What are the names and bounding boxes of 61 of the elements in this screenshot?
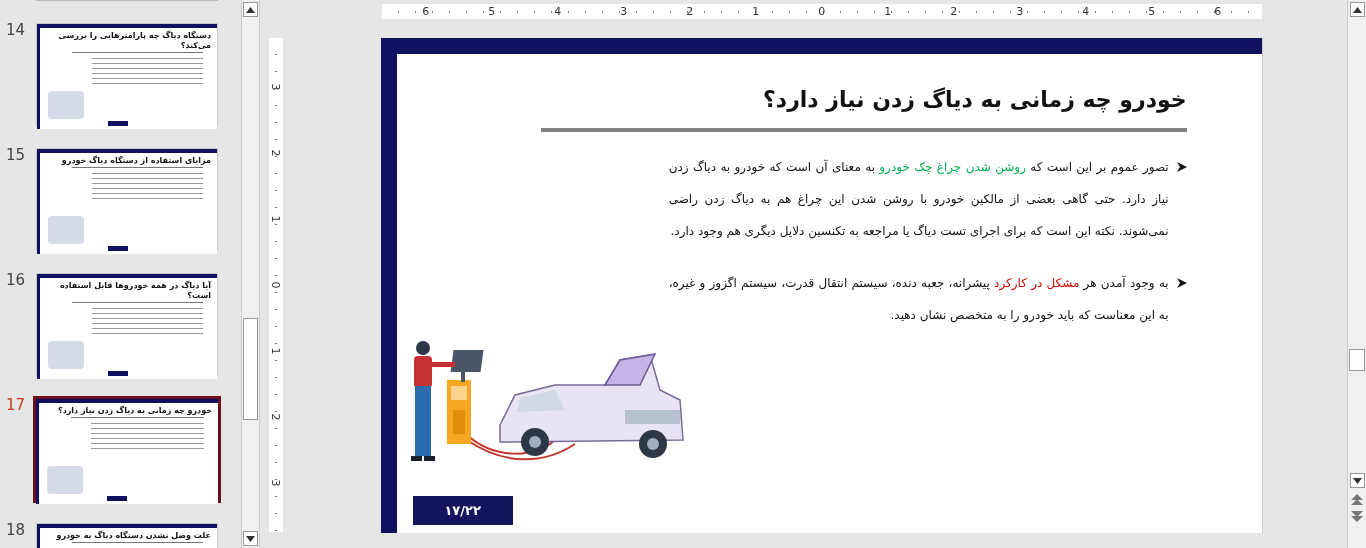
next-slide-icon[interactable] (1351, 510, 1363, 522)
ruler-label: 0 (817, 4, 827, 19)
ruler-label: 1 (268, 346, 284, 357)
scroll-down-button[interactable] (242, 531, 258, 546)
ruler-label: 5 (487, 4, 497, 19)
slide-number: 17 (5, 396, 27, 414)
thumbnail-page-box (108, 371, 128, 376)
caret-up-icon (1352, 6, 1362, 13)
bullet-text: تصور عموم بر این است که روشن شدن چراغ چک خودرو به معنای آن است که خودرو به دیاگ زدن نیاز دارد. حتی گاهی بعضی از مالکین خودرو با روشن شدن این چراغ هم به دیاگ زدن راضی نمی‌شوند. نکته این است که برای اجرای تست دیاگ یا مراجعه به تکنسین دلایل دیگری هم وجود دارد. (668, 158, 1169, 241)
caret-down-icon (245, 535, 255, 542)
ruler-label: 2 (268, 412, 284, 423)
ruler-label: 6 (1213, 4, 1223, 19)
scroll-up-button[interactable] (242, 2, 258, 17)
ruler-label: 2 (685, 4, 695, 19)
ruler-label: 4 (1081, 4, 1091, 19)
thumbnail-title: دستگاه دیاگ چه پارامترهایی را بررسی می‌کند؟ (57, 29, 212, 52)
slide-number: 18 (5, 521, 27, 539)
bullet-arrow-icon (1176, 162, 1187, 172)
ruler-label: 3 (1015, 4, 1025, 19)
ruler-label: 3 (268, 478, 284, 489)
thumbnail-title: آیا دیاگ در همه خودروها قابل استفاده است؟ (58, 279, 212, 302)
scroll-down-button[interactable] (1349, 473, 1365, 488)
ruler-label: 1 (751, 4, 761, 19)
thumbnail-picture (48, 91, 84, 119)
thumbnail-picture (48, 341, 84, 369)
thumbnail-page-box (107, 496, 127, 501)
ruler-label: 2 (268, 148, 284, 159)
slide-thumbnail[interactable]: دستگاه دیاگ چه پارامترهایی را بررسی می‌کند؟ (36, 23, 218, 126)
slide-number: 16 (5, 271, 27, 289)
slide-thumbnail[interactable]: خودرو چه زمانی به دیاگ زدن نیاز دارد؟ (33, 396, 221, 503)
ruler-label: 6 (421, 4, 431, 19)
previous-slide-icon[interactable] (1351, 494, 1363, 506)
ruler-label: 1 (268, 214, 284, 225)
thumbnail-title: خودرو چه زمانی به دیاگ زدن نیاز دارد؟ (57, 404, 213, 417)
ruler-label: 2 (949, 4, 959, 19)
ruler-label: 3 (268, 82, 284, 93)
scrollbar-thumb[interactable] (1349, 349, 1365, 371)
slide-thumbnail[interactable]: علت وصل نشدن دستگاه دیاگ به خودرو (36, 523, 218, 548)
thumbnail-page-box (108, 121, 128, 126)
caret-down-icon (1352, 477, 1362, 484)
ruler-label: 3 (619, 4, 629, 19)
slide-number: 14 (5, 21, 27, 39)
thumbnail-title: مزایای استفاده از دستگاه دیاگ خودرو (60, 154, 212, 167)
scroll-up-button[interactable] (1349, 2, 1365, 17)
ruler-label: 4 (553, 4, 563, 19)
thumbnail-picture (47, 466, 83, 494)
ruler-label: 5 (1147, 4, 1157, 19)
thumbnail-title: علت وصل نشدن دستگاه دیاگ به خودرو (55, 529, 212, 542)
ruler-label: 0 (268, 280, 284, 291)
bullet-arrow-icon (1176, 278, 1187, 288)
slide-thumbnail[interactable]: مزایای استفاده از دستگاه دیاگ خودرو (36, 148, 218, 251)
bullet-text: به وجود آمدن هر مشکل در کارکرد پیشرانه، جعبه دنده، سیستم انتقال قدرت، سیستم اگزوز و غیره، به این معناست که باید خودرو را به متخصص نشان دهید. (668, 274, 1169, 325)
slide-thumbnail[interactable]: آیا دیاگ در همه خودروها قابل استفاده است؟ (36, 273, 218, 376)
scrollbar-thumb[interactable] (242, 318, 258, 420)
slide-number: 15 (5, 146, 27, 164)
thumbnail-picture (48, 216, 84, 244)
caret-up-icon (245, 6, 255, 13)
slide-title: خودرو چه زمانی به دیاگ زدن نیاز دارد؟ (763, 86, 1187, 115)
ruler-label: 1 (883, 4, 893, 19)
thumbnail-page-box (108, 246, 128, 251)
page-number: ۱۷/۲۲ (412, 496, 513, 525)
